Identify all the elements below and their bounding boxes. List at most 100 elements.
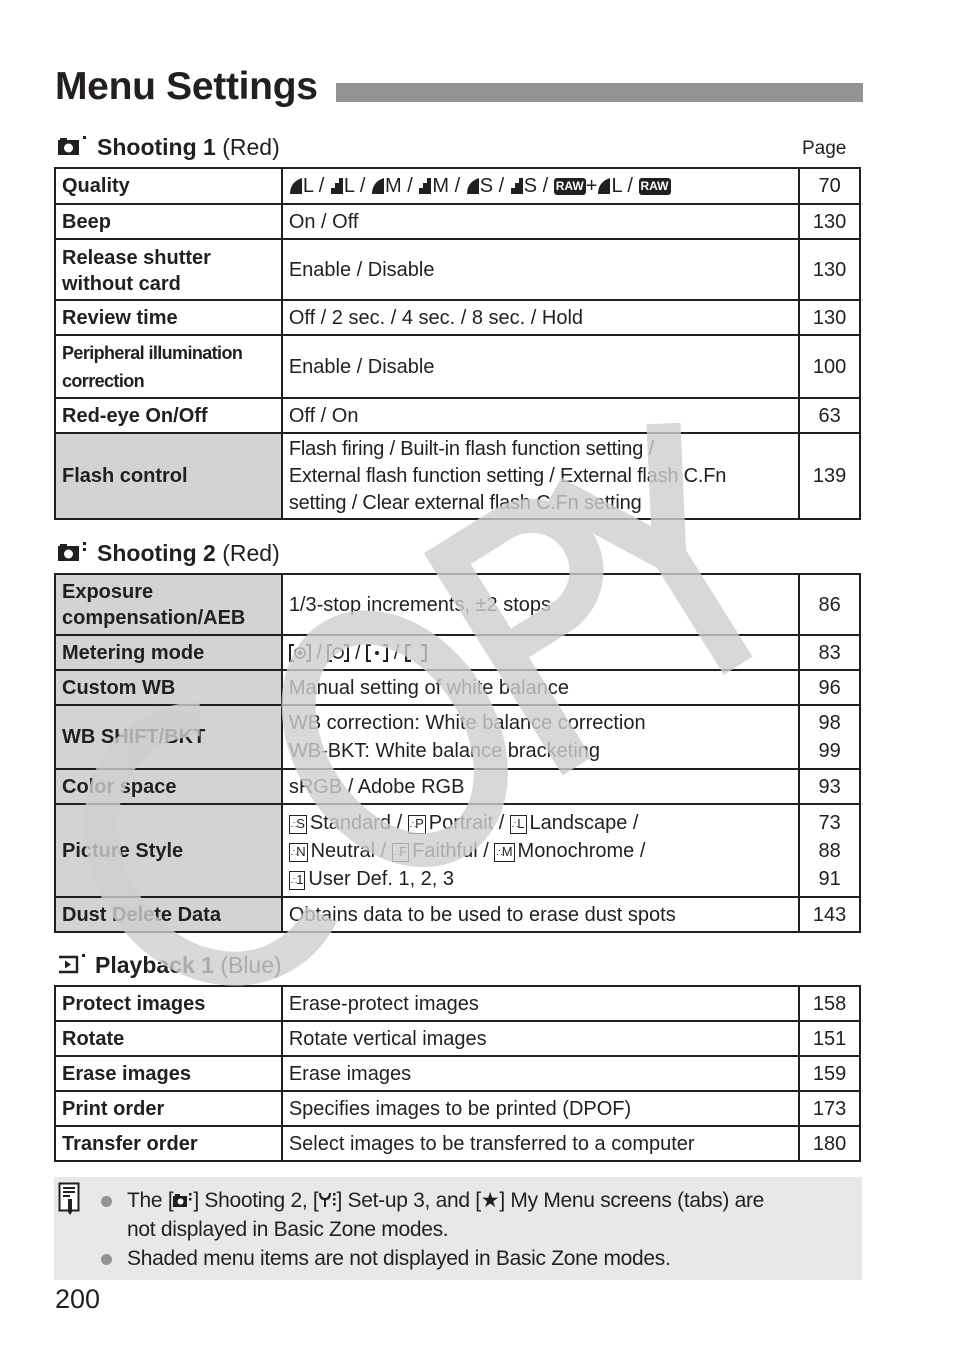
quality-large-fine-icon: L: [289, 175, 313, 197]
picture-style-standard-icon: ∴S: [288, 814, 307, 834]
row-label: Quality: [54, 167, 283, 205]
quality-medium-normal-icon: M: [418, 175, 449, 197]
row-label: Release shutter without card: [54, 238, 283, 301]
quality-small-fine-icon: S: [466, 175, 493, 197]
picture-style-landscape-icon: ∴L: [509, 814, 527, 834]
row-label: Dust Delete Data: [54, 896, 283, 933]
page-title: Menu Settings: [55, 65, 318, 108]
page-ref: 151: [798, 1020, 861, 1057]
setup-tab-3-icon: [319, 1193, 336, 1207]
row-value: Erase images: [280, 1055, 801, 1092]
table-row: Flash control Flash firing / Built-in fl…: [54, 432, 861, 520]
row-value: WB correction: White balance correction …: [280, 704, 801, 770]
row-value: On / Off: [280, 203, 801, 240]
quality-large-fine-icon: L: [597, 175, 622, 197]
row-value: Specifies images to be printed (DPOF): [280, 1090, 801, 1127]
row-value: sRGB / Adobe RGB: [280, 768, 801, 805]
note-item: The [] Shooting 2, [] Set-up 3, and [★] …: [99, 1186, 764, 1244]
row-value: Off / On: [280, 397, 801, 434]
table-row: Transfer order Select images to be trans…: [54, 1125, 861, 1162]
page-ref: 96: [798, 669, 861, 706]
page-number: 200: [55, 1284, 101, 1314]
page-ref: 73 88 91: [798, 803, 861, 898]
row-label: Erase images: [54, 1055, 283, 1092]
row-value: Enable / Disable: [280, 334, 801, 399]
row-label: Red-eye On/Off: [54, 397, 283, 434]
table-row: Review time Off / 2 sec. / 4 sec. / 8 se…: [54, 299, 861, 336]
quality-medium-fine-icon: M: [371, 175, 402, 197]
page-ref: 70: [798, 167, 861, 205]
page-column-label: Page: [802, 138, 847, 159]
page-ref: 130: [798, 203, 861, 240]
table-row: Peripheral illumination correction Enabl…: [54, 334, 861, 399]
page-ref: 63: [798, 397, 861, 434]
picture-style-portrait-icon: ∴P: [407, 814, 426, 834]
row-value: 1/3-stop increments, ±2 stops: [280, 573, 801, 636]
row-value: Rotate vertical images: [280, 1020, 801, 1057]
camera-tab-1-icon: [57, 135, 89, 163]
picture-style-neutral-icon: ∴N: [288, 842, 308, 862]
row-label: Flash control: [54, 432, 283, 520]
table-row: Exposure compensation/AEB 1/3-stop incre…: [54, 573, 861, 636]
row-value: Manual setting of white balance: [280, 669, 801, 706]
star-icon: ★: [480, 1189, 500, 1212]
playback1-table: Protect images Erase-protect images 158 …: [54, 985, 861, 1162]
playback-tab-1-icon: [57, 953, 87, 981]
page-ref: 180: [798, 1125, 861, 1162]
page-ref: 173: [798, 1090, 861, 1127]
table-row: Custom WB Manual setting of white balanc…: [54, 669, 861, 706]
table-row: Quality L / L / M / M / S / S / RAW + L / …: [54, 167, 861, 205]
picture-style-monochrome-icon: ∴M: [494, 842, 515, 862]
row-label: Print order: [54, 1090, 283, 1127]
title-rule-bar: [336, 83, 863, 102]
table-row: Beep On / Off 130: [54, 203, 861, 240]
metering-modes: / / /: [280, 634, 801, 671]
page-ref: 86: [798, 573, 861, 636]
row-value: Flash firing / Built-in flash function s…: [280, 432, 801, 520]
table-row: Erase images Erase images 159: [54, 1055, 861, 1092]
shooting2-table: Exposure compensation/AEB 1/3-stop incre…: [54, 573, 861, 933]
note-box: The [] Shooting 2, [] Set-up 3, and [★] …: [54, 1177, 862, 1280]
page-ref: 93: [798, 768, 861, 805]
raw-icon: RAW: [638, 178, 671, 195]
table-row: WB SHIFT/BKT WB correction: White balanc…: [54, 704, 861, 770]
page-ref: 130: [798, 238, 861, 301]
row-label: WB SHIFT/BKT: [54, 704, 283, 770]
page-ref: 159: [798, 1055, 861, 1092]
table-row: Release shutter without card Enable / Di…: [54, 238, 861, 301]
quality-large-normal-icon: L: [330, 175, 354, 197]
row-value: Off / 2 sec. / 4 sec. / 8 sec. / Hold: [280, 299, 801, 336]
page-ref: 98 99: [798, 704, 861, 770]
row-label: Peripheral illumination correction: [54, 334, 283, 399]
table-row: Print order Specifies images to be print…: [54, 1090, 861, 1127]
quality-options: L / L / M / M / S / S / RAW + L / RAW: [280, 167, 801, 205]
row-label: Beep: [54, 203, 283, 240]
row-value: Enable / Disable: [280, 238, 801, 301]
row-value: Erase-protect images: [280, 985, 801, 1022]
table-row: Metering mode / / / 83: [54, 634, 861, 671]
row-label: Transfer order: [54, 1125, 283, 1162]
picture-style-faithful-icon: ∴F: [391, 842, 410, 862]
table-row: Red-eye On/Off Off / On 63: [54, 397, 861, 434]
table-row: Protect images Erase-protect images 158: [54, 985, 861, 1022]
row-label: Review time: [54, 299, 283, 336]
picture-styles: ∴S Standard / ∴P Portrait / ∴L Landscape / …: [280, 803, 801, 898]
section-heading-playback1: Playback 1 (Blue): [57, 951, 282, 981]
quality-small-normal-icon: S: [510, 175, 537, 197]
page-ref: 158: [798, 985, 861, 1022]
raw-icon: RAW: [553, 178, 586, 195]
table-row: Color space sRGB / Adobe RGB 93: [54, 768, 861, 805]
note-list: The [] Shooting 2, [] Set-up 3, and [★] …: [99, 1186, 764, 1273]
row-label: Custom WB: [54, 669, 283, 706]
page-ref: 100: [798, 334, 861, 399]
row-label: Color space: [54, 768, 283, 805]
section-heading-shooting1: Shooting 1 (Red): [57, 133, 280, 163]
center-weighted-metering-icon: [404, 643, 427, 662]
bullet-icon: [101, 1196, 112, 1207]
picture-style-user-def-icon: ∴1: [288, 870, 306, 890]
row-label: Protect images: [54, 985, 283, 1022]
shooting1-table: Quality L / L / M / M / S / S / RAW + L / …: [54, 167, 861, 520]
table-row: Rotate Rotate vertical images 151: [54, 1020, 861, 1057]
evaluative-metering-icon: [288, 643, 311, 662]
note-item: Shaded menu items are not displayed in B…: [99, 1244, 764, 1273]
